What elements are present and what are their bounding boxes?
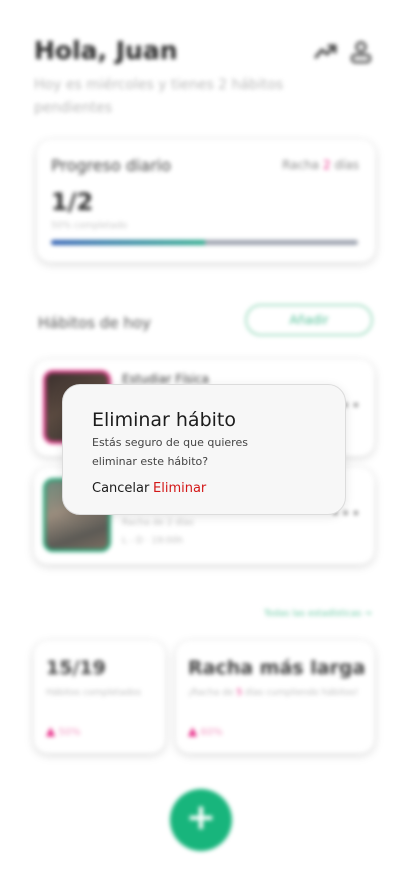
progress-bar-fill	[51, 240, 205, 245]
section-title: Hábitos de hoy	[38, 314, 151, 332]
trending-up-icon[interactable]	[314, 40, 338, 64]
greeting-title: Hola, Juan	[34, 36, 178, 65]
all-stats-link[interactable]: Todas las estadísticas →	[264, 609, 372, 619]
confirm-delete-button[interactable]: Eliminar	[153, 481, 206, 496]
dialog-message: Estás seguro de que quieres eliminar est…	[92, 436, 248, 468]
progress-title: Progreso diario	[51, 156, 172, 175]
streak-suffix: días	[330, 158, 359, 172]
plus-icon: +	[185, 797, 217, 838]
delete-habit-dialog: Eliminar hábito Estás seguro de que quie…	[62, 384, 346, 515]
longest-desc-suffix: días cumpliendo hábitos!	[242, 688, 359, 698]
completed-trend-value: 50%	[58, 727, 81, 738]
streak-label: Racha 2 días	[282, 158, 359, 172]
completed-trend: ▲ 50%	[46, 724, 81, 738]
longest-trend: ▲ 60%	[188, 724, 223, 738]
habit-schedule: L - D · 19:00h	[122, 536, 184, 546]
trend-up-icon: ▲	[46, 724, 56, 738]
completed-stat-card: 15/19 Hábitos completados ▲ 50%	[34, 641, 165, 753]
dialog-title: Eliminar hábito	[92, 409, 236, 431]
completed-value: 15/19	[46, 657, 106, 679]
longest-streak-desc: ¡Racha de 5 días cumpliendo hábitos!	[188, 688, 358, 698]
longest-trend-value: 60%	[200, 727, 223, 738]
greeting-subtitle: Hoy es miércoles y tienes 2 hábitos pend…	[34, 77, 284, 116]
trend-up-icon: ▲	[188, 724, 198, 738]
streak-value: 2	[322, 158, 331, 172]
add-habit-button[interactable]: Añadir	[245, 304, 373, 336]
progress-bar	[51, 240, 358, 245]
longest-streak-card: Racha más larga ¡Racha de 5 días cumplie…	[176, 641, 374, 753]
longest-streak-title: Racha más larga	[188, 657, 366, 679]
daily-progress-card: Progreso diario Racha 2 días 1/2 50% com…	[37, 140, 375, 262]
streak-prefix: Racha	[282, 158, 323, 172]
progress-count: 1/2	[51, 188, 94, 216]
habit-streak: Racha de 2 días	[122, 518, 194, 528]
user-icon[interactable]	[349, 40, 373, 64]
progress-percent: 50% completado	[51, 221, 128, 231]
longest-desc-prefix: ¡Racha de	[188, 688, 237, 698]
completed-desc: Hábitos completados	[46, 688, 142, 698]
add-fab-button[interactable]: +	[170, 789, 232, 851]
cancel-button[interactable]: Cancelar	[92, 481, 149, 496]
